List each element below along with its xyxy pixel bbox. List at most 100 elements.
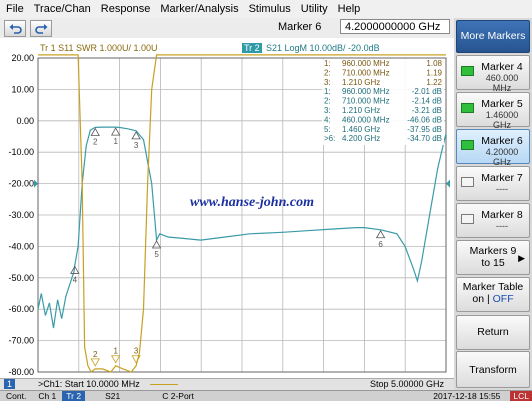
marker-8-indicator-icon [461,214,474,224]
marker-8-softkey[interactable]: Marker 8 ---- [456,203,530,238]
y-tick-label: -70.00 [8,336,34,346]
marker-table-frequency: 960.000 MHz [342,59,390,68]
marker-1-triangle [110,127,121,136]
marker-table-frequency: 4.200 GHz [342,134,380,143]
measurement-chart: 20.00 10.00 0.00 -10.00 -20.00 -30.00 -40.00 -5… [0,38,454,378]
marker-table-value: -34.70 dB [407,134,442,143]
marker-5-softkey[interactable]: Marker 5 1.46000 GHz [456,92,530,130]
marker-table-value: 1.22 [426,78,442,87]
softkey-title-label: More Markers [460,30,526,42]
marker-table-frequency: 960.000 MHz [342,87,390,96]
y-tick-label: -10.00 [8,147,34,157]
sweep-stop-label: Stop 5.00000 GHz [369,379,444,389]
marker-table-softkey[interactable]: Marker Table on | OFF [456,277,530,312]
softkey-value: 460.000 MHz [485,73,519,93]
marker-table-frequency: 1.460 GHz [342,125,380,134]
return-softkey[interactable]: Return [456,315,530,350]
y-tick-label: 10.00 [11,84,34,94]
marker-table-frequency: 710.000 MHz [342,97,390,106]
marker-table-value: -46.06 dB [407,115,442,124]
marker-table-value: -2.14 dB [412,97,442,106]
s11-marker-2-label: 2 [93,350,98,359]
s11-marker-3-label: 3 [134,347,139,356]
s11-marker-2-triangle [90,358,100,367]
marker-table-index: 3: [324,78,331,87]
softkey-label: Marker Table [462,281,524,293]
softkey-panel: More Markers Marker 4 460.000 MHz Marker 51… [454,18,532,390]
marker-5-indicator-icon [461,103,474,113]
trace1-header: Tr 1 S11 SWR 1.000U/ 1.00U [40,43,158,53]
transform-softkey[interactable]: Transform [456,351,530,388]
undo-arrow-icon[interactable] [4,20,26,37]
marker-6-label: 6 [378,240,383,249]
menu-item[interactable]: Trace/Chan [29,0,96,18]
channel-number: 1 [4,379,16,389]
trace1-swatch [150,384,178,385]
y-tick-label: -60.00 [8,304,34,314]
y-tick-label: -20.00 [8,179,34,189]
marker-table-on: on [472,293,485,305]
menu-item[interactable]: Help [333,0,366,18]
softkey-value: 4.20000 GHz [485,147,519,167]
marker-table-value: 1.08 [426,59,442,68]
markers-9-to-15-softkey[interactable]: Markers 9 to 15 ▶ [456,240,530,275]
softkey-value: ---- [496,221,508,231]
marker-table-index: 1: [324,59,331,68]
marker-table-index: 2: [324,68,331,77]
trace2-badge: Tr 2 [244,43,260,53]
redo-arrow-icon[interactable] [30,20,52,37]
s11-marker-1-label: 1 [113,347,118,356]
softkey-label: Marker 6 [481,135,523,147]
marker-4-softkey[interactable]: Marker 4 460.000 MHz [456,55,530,93]
y-tick-label: -30.00 [8,210,34,220]
marker-table-index: 2: [324,97,331,106]
softkey-label: Marker 8 [481,209,523,221]
marker-table-value: 1.19 [426,68,442,77]
y-tick-label: -50.00 [8,273,34,283]
marker-stimulus-field[interactable]: 4.2000000000 GHz [340,19,450,34]
marker-5-triangle [151,240,162,249]
y-tick-label: -80.00 [8,367,34,377]
marker-5-label: 5 [154,250,159,259]
marker-table-index: 1: [324,87,331,96]
y-tick-label: 0.00 [16,116,34,126]
more-markers-title: More Markers [456,20,530,53]
marker-1-label: 1 [113,137,118,146]
marker-table-value: -2.01 dB [412,87,442,96]
softkey-label: Transform [469,364,517,376]
menu-item[interactable]: Marker/Analysis [155,0,243,18]
menu-item[interactable]: File [0,0,29,18]
marker-4-indicator-icon [461,66,474,76]
marker-table-index: >6: [324,134,335,143]
softkey-value: 1.46000 GHz [485,110,519,130]
softkey-label: Marker 4 [481,61,523,73]
menu-item[interactable]: Stimulus [244,0,296,18]
softkey-label: Marker 5 [481,98,523,110]
marker-6-triangle [375,229,386,239]
menu-item[interactable]: Utility [296,0,333,18]
y-tick-label: -40.00 [8,241,34,251]
s11-marker-1-triangle [110,355,121,364]
sweep-start-label: >Ch1: Start 10.0000 MHz [38,379,140,389]
marker-table-value: -37.95 dB [407,125,442,134]
marker-table-value: -3.21 dB [412,106,442,115]
bottom-status-bar: Cont. Ch 1 Tr 2 S21 C 2-Port 2017-12-18 … [0,390,532,401]
menu-item[interactable]: Response [96,0,156,18]
s21-s11-plot: 20.00 10.00 0.00 -10.00 -20.00 -30.00 -40.00 -5… [8,43,450,377]
marker-table-separator: | [484,293,493,305]
marker-4-label: 4 [73,275,78,284]
marker-7-softkey[interactable]: Marker 7 ---- [456,166,530,201]
marker-table-off: OFF [492,293,514,305]
marker-table-index: 4: [324,115,331,124]
softkey-label: Return [477,326,509,338]
marker-table-index: 3: [324,106,331,115]
marker-3-triangle [131,131,141,140]
marker-table-frequency: 1.210 GHz [342,106,380,115]
menu-bar: File Trace/Chan Response Marker/Analysis Sti… [0,0,532,19]
reference-level-marker [34,179,38,188]
trace2-header: S21 LogM 10.00dB/ -20.0dB [266,43,380,53]
marker-table-index: 5: [324,125,331,134]
marker-6-softkey[interactable]: Marker 6 4.20000 GHz [456,129,530,167]
submenu-arrow-icon: ▶ [518,253,525,263]
marker-table-frequency: 710.000 MHz [342,68,390,77]
